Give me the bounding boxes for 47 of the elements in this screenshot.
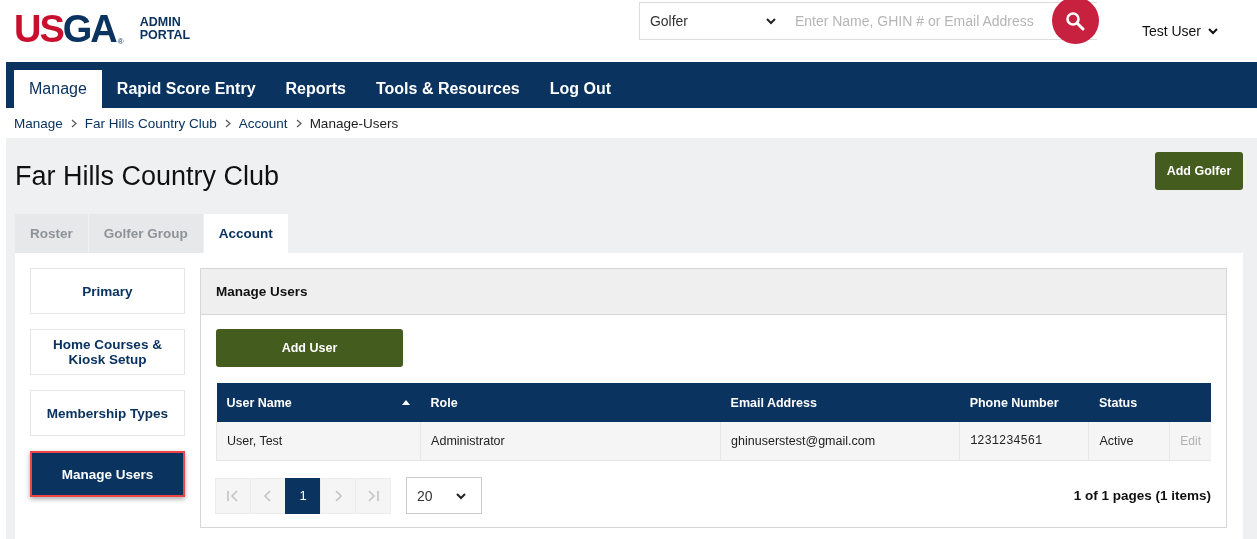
search-icon xyxy=(1065,10,1086,31)
chevron-down-icon xyxy=(1207,25,1219,37)
previous-page-button[interactable] xyxy=(250,477,286,514)
column-header[interactable]: Status xyxy=(1088,383,1170,422)
logo-wordmark: USGA xyxy=(14,10,116,48)
nav-tab[interactable]: Manage xyxy=(14,70,102,108)
panel-title: Manage Users xyxy=(216,284,308,299)
page-title: Far Hills Country Club xyxy=(15,160,280,192)
nav-tab[interactable]: Reports xyxy=(270,70,361,108)
add-golfer-button[interactable]: Add Golfer xyxy=(1155,152,1243,190)
chevron-right-icon xyxy=(70,118,77,128)
side-menu-item[interactable]: Primary xyxy=(30,268,185,314)
next-page-button[interactable] xyxy=(320,477,356,514)
logo-caption: PORTAL xyxy=(139,29,191,42)
registered-mark: ® xyxy=(117,37,124,46)
page-size-dropdown[interactable]: 20 xyxy=(406,477,482,514)
table-cell: 1231234561 xyxy=(959,422,1089,461)
breadcrumb-link[interactable]: Account xyxy=(238,115,288,131)
page-button[interactable]: 1 xyxy=(285,477,321,514)
side-menu-item[interactable]: Manage Users xyxy=(30,451,185,497)
chevron-right-icon xyxy=(295,118,302,128)
user-menu[interactable]: Test User xyxy=(1141,23,1219,39)
tab[interactable]: Account xyxy=(203,214,288,253)
table-cell: Administrator xyxy=(420,422,721,461)
breadcrumb-link[interactable]: Manage xyxy=(14,115,63,131)
nav-tab[interactable]: Log Out xyxy=(534,70,627,108)
search-button[interactable] xyxy=(1051,0,1099,44)
chevron-right-icon xyxy=(224,118,231,128)
side-menu-item[interactable]: Membership Types xyxy=(30,390,185,436)
table-cell: User, Test xyxy=(216,422,421,461)
breadcrumb-current: Manage-Users xyxy=(309,115,399,131)
chevron-down-icon xyxy=(764,15,777,27)
pagination-summary: 1 of 1 pages (1 items) xyxy=(1073,488,1211,503)
nav-tab[interactable]: Rapid Score Entry xyxy=(101,70,271,108)
table-cell: Active xyxy=(1088,422,1170,461)
column-header[interactable]: Role xyxy=(420,383,721,422)
search-scope-dropdown[interactable]: Golfer xyxy=(638,2,787,40)
table-cell: ghinuserstest@gmail.com xyxy=(720,422,960,461)
column-header[interactable]: User Name xyxy=(216,383,421,422)
add-user-button[interactable]: Add User xyxy=(216,329,403,367)
column-header[interactable]: Phone Number xyxy=(959,383,1089,422)
logo-caption: ADMIN xyxy=(139,16,182,29)
last-page-button[interactable] xyxy=(355,477,391,514)
nav-tab[interactable]: Tools & Resources xyxy=(361,70,535,108)
breadcrumb-link[interactable]: Far Hills Country Club xyxy=(84,115,217,131)
column-header[interactable]: Email Address xyxy=(720,383,960,422)
side-menu-item[interactable]: Home Courses & Kiosk Setup xyxy=(30,329,185,375)
